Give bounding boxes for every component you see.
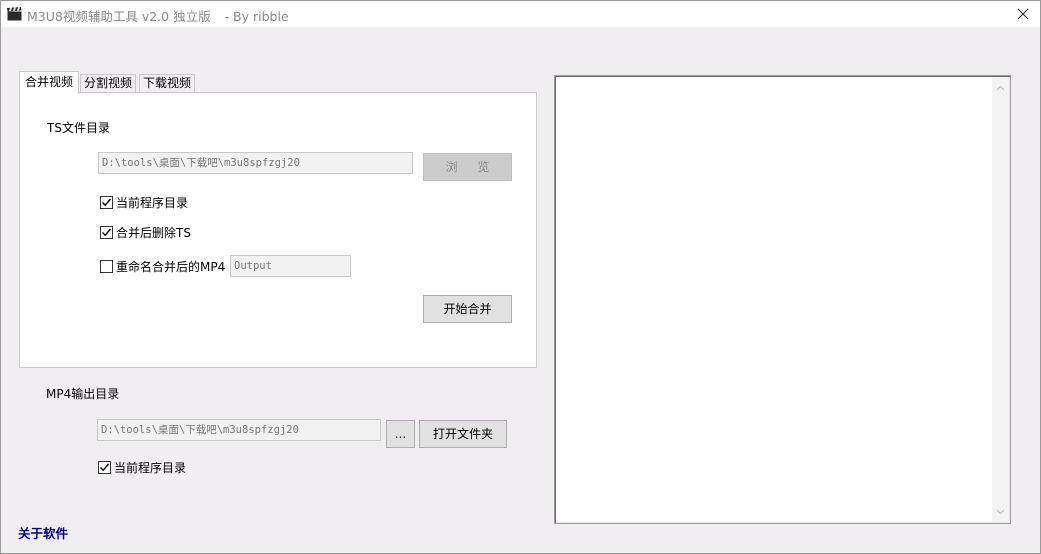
output-current-dir-checkbox[interactable]: 当前程序目录 (98, 459, 186, 476)
checkmark-icon (102, 228, 112, 237)
vertical-scrollbar[interactable] (992, 77, 1009, 522)
window-title: M3U8视频辅助工具 v2.0 独立版 - By ribble (27, 6, 289, 25)
current-dir-label: 当前程序目录 (116, 196, 189, 210)
checkmark-icon (102, 198, 112, 207)
close-icon (1017, 8, 1029, 20)
browse-button[interactable]: 浏 览 (423, 153, 512, 181)
delete-ts-checkbox[interactable]: 合并后删除TS (100, 224, 191, 241)
checkbox-box (100, 196, 113, 209)
chevron-up-icon (996, 85, 1005, 90)
app-window: M3U8视频辅助工具 v2.0 独立版 - By ribble 合并视频 分割视频… (0, 0, 1041, 554)
ts-dir-label: TS文件目录 (47, 121, 110, 135)
scroll-up-button[interactable] (992, 79, 1009, 96)
checkbox-box (98, 461, 111, 474)
checkbox-box (100, 226, 113, 239)
tab-merge-video[interactable]: 合并视频 (19, 71, 80, 94)
delete-ts-label: 合并后删除TS (116, 226, 191, 240)
checkmark-icon (100, 463, 110, 472)
log-textarea[interactable] (554, 75, 1011, 524)
clapperboard-icon (7, 7, 22, 21)
tab-split-video[interactable]: 分割视频 (80, 74, 137, 93)
open-folder-button[interactable]: 打开文件夹 (419, 420, 507, 448)
current-dir-checkbox[interactable]: 当前程序目录 (100, 194, 188, 211)
merge-panel: TS文件目录 D:\tools\桌面\下载吧\m3u8spfzgj20 浏 览 … (19, 92, 537, 368)
mp4-output-dir-input[interactable]: D:\tools\桌面\下载吧\m3u8spfzgj20 (97, 419, 381, 441)
checkbox-box (100, 260, 113, 273)
scroll-down-button[interactable] (992, 503, 1009, 520)
window-title-text: M3U8视频辅助工具 v2.0 独立版 (27, 9, 211, 24)
output-current-dir-label: 当前程序目录 (114, 461, 187, 475)
title-bar: M3U8视频辅助工具 v2.0 独立版 - By ribble (1, 1, 1040, 27)
mp4-output-dir-label: MP4输出目录 (46, 387, 120, 401)
close-button[interactable] (1012, 3, 1034, 25)
window-author: - By ribble (224, 9, 289, 24)
tab-download-video[interactable]: 下载视频 (139, 74, 196, 93)
rename-mp4-label: 重命名合并后的MP4 (116, 260, 226, 274)
about-software-link[interactable]: 关于软件 (18, 523, 68, 542)
ts-dir-input[interactable]: D:\tools\桌面\下载吧\m3u8spfzgj20 (98, 152, 413, 174)
chevron-down-icon (996, 509, 1005, 514)
rename-input[interactable]: Output (230, 255, 351, 277)
start-merge-button[interactable]: 开始合并 (423, 295, 512, 323)
rename-mp4-checkbox[interactable]: 重命名合并后的MP4 (100, 258, 225, 275)
choose-output-dir-button[interactable]: ... (386, 420, 415, 448)
